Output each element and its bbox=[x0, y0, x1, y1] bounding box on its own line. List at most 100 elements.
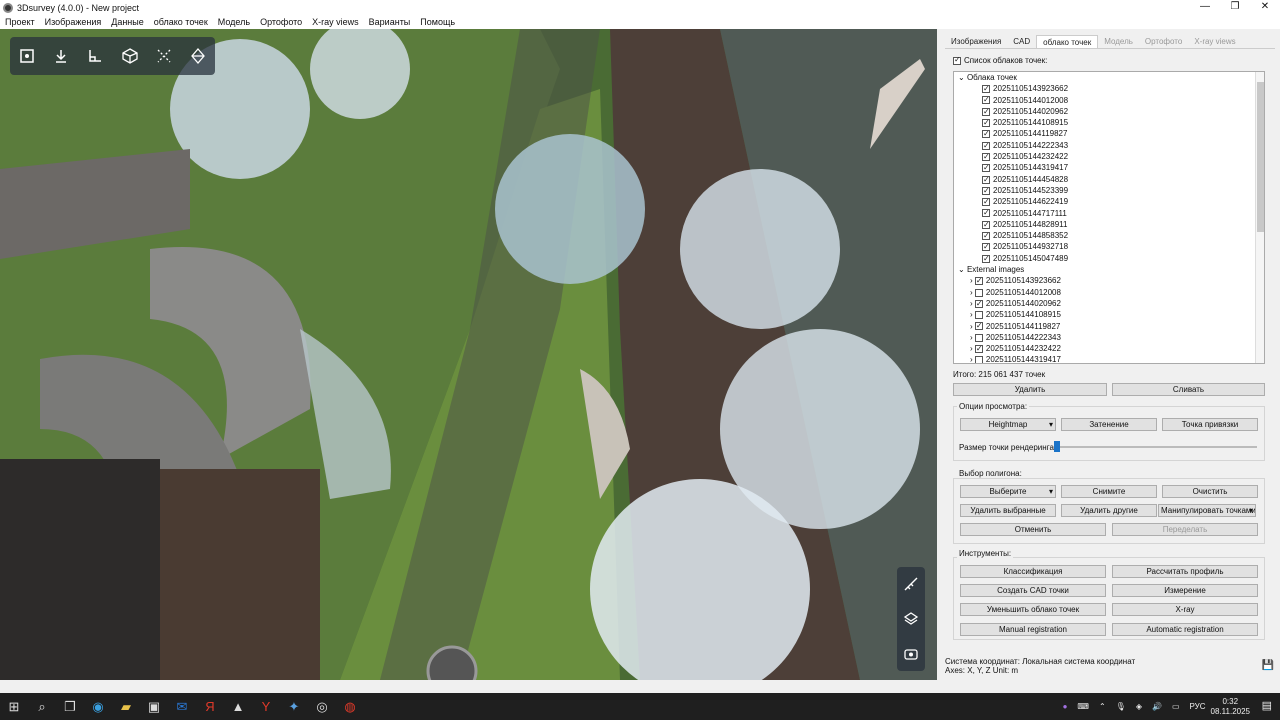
cloud-item[interactable]: 20251105144858352 bbox=[954, 230, 1264, 241]
minimize-button[interactable]: — bbox=[1190, 0, 1220, 15]
cloud-checkbox[interactable] bbox=[982, 253, 990, 264]
tray-arrow-icon[interactable]: ⌃ bbox=[1094, 702, 1111, 711]
delete-others-button[interactable]: Удалить другие bbox=[1061, 504, 1157, 517]
fit-view-icon[interactable] bbox=[16, 45, 38, 67]
cloud-item[interactable]: 20251105144454828 bbox=[954, 174, 1264, 185]
tree-scroll-thumb[interactable] bbox=[1257, 82, 1264, 232]
cloud-item[interactable]: 20251105144523399 bbox=[954, 185, 1264, 196]
cloud-item[interactable]: 20251105144020962 bbox=[954, 106, 1264, 117]
cloud-tree[interactable]: ⌄ Облака точек 2025110514392366220251105… bbox=[953, 71, 1265, 364]
redo-button[interactable]: Переделать bbox=[1112, 523, 1258, 536]
cloud-item[interactable]: 20251105145047489 bbox=[954, 253, 1264, 264]
tab-model[interactable]: Модель bbox=[1098, 35, 1139, 48]
yandex-browser-icon[interactable]: Y bbox=[252, 693, 280, 720]
layers-icon[interactable] bbox=[900, 608, 922, 630]
mic-icon[interactable]: 🎙 bbox=[1111, 702, 1131, 711]
cloud-item[interactable]: 20251105144222343 bbox=[954, 140, 1264, 151]
shading-button[interactable]: Затенение bbox=[1061, 418, 1157, 431]
cloud-list-toggle[interactable]: Список облаков точек: bbox=[953, 55, 1047, 65]
top-view-icon[interactable] bbox=[50, 45, 72, 67]
cloud-checkbox[interactable] bbox=[982, 94, 990, 106]
cloud-item[interactable]: 20251105144012008 bbox=[954, 94, 1264, 106]
external-item[interactable]: › 20251105143923662 bbox=[954, 275, 1264, 286]
clock[interactable]: 0:32 08.11.2025 bbox=[1211, 697, 1250, 717]
tab-xray-views[interactable]: X-ray views bbox=[1188, 35, 1241, 48]
expand-arrow-icon[interactable]: › bbox=[970, 322, 973, 331]
menu-point-cloud[interactable]: облако точек bbox=[149, 17, 213, 27]
menu-images[interactable]: Изображения bbox=[40, 17, 107, 27]
cloud-item[interactable]: 20251105143923662 bbox=[954, 83, 1264, 94]
xray-button[interactable]: X-ray bbox=[1112, 603, 1258, 616]
cloud-checkbox[interactable] bbox=[982, 207, 990, 219]
plane-icon[interactable] bbox=[187, 45, 209, 67]
cloud-checkbox[interactable] bbox=[982, 83, 990, 94]
cloud-checkbox[interactable] bbox=[982, 140, 990, 151]
heightmap-dropdown[interactable]: Heightmap bbox=[960, 418, 1056, 431]
expand-arrow-icon[interactable]: › bbox=[970, 299, 973, 308]
clear-button[interactable]: Очистить bbox=[1162, 485, 1258, 498]
external-item[interactable]: › 20251105144012008 bbox=[954, 287, 1264, 298]
language-indicator[interactable]: РУС bbox=[1185, 702, 1211, 711]
cloud-checkbox[interactable] bbox=[982, 174, 990, 185]
cloud-item[interactable]: 20251105144622419 bbox=[954, 196, 1264, 207]
explorer-icon[interactable]: ▰ bbox=[112, 693, 140, 720]
menu-project[interactable]: Проект bbox=[0, 17, 40, 27]
cloud-checkbox[interactable] bbox=[982, 128, 990, 140]
tab-cad[interactable]: CAD bbox=[1007, 35, 1036, 48]
external-item[interactable]: › 20251105144020962 bbox=[954, 298, 1264, 309]
expand-arrow-icon[interactable]: › bbox=[970, 288, 973, 297]
network-icon[interactable]: ◈ bbox=[1131, 702, 1147, 711]
external-checkbox[interactable] bbox=[974, 288, 983, 297]
cloud-item[interactable]: 20251105144717111 bbox=[954, 207, 1264, 219]
edge-icon[interactable]: ◉ bbox=[84, 693, 112, 720]
search-icon[interactable]: ⌕ bbox=[28, 693, 56, 720]
tab-orthophoto[interactable]: Ортофото bbox=[1139, 35, 1188, 48]
undo-button[interactable]: Отменить bbox=[960, 523, 1106, 536]
store-icon[interactable]: ▣ bbox=[140, 693, 168, 720]
points-icon[interactable] bbox=[153, 45, 175, 67]
task-view-icon[interactable]: ❐ bbox=[56, 693, 84, 720]
keyboard-icon[interactable]: ⌨ bbox=[1072, 702, 1094, 711]
external-item[interactable]: › 20251105144108915 bbox=[954, 309, 1264, 320]
cloud-checkbox[interactable] bbox=[982, 106, 990, 117]
external-checkbox[interactable] bbox=[974, 356, 983, 363]
expand-arrow-icon[interactable]: › bbox=[970, 333, 973, 342]
deselect-button[interactable]: Снимите bbox=[1061, 485, 1157, 498]
cloud-checkbox[interactable] bbox=[982, 185, 990, 196]
cloud-checkbox[interactable] bbox=[982, 219, 990, 230]
tree-scrollbar[interactable] bbox=[1255, 72, 1264, 363]
menu-help[interactable]: Помощь bbox=[415, 17, 460, 27]
classification-button[interactable]: Классификация bbox=[960, 565, 1106, 578]
axes-icon[interactable] bbox=[84, 45, 106, 67]
cloud-checkbox[interactable] bbox=[982, 151, 990, 162]
external-checkbox[interactable] bbox=[974, 275, 983, 287]
cube-view-icon[interactable] bbox=[119, 45, 141, 67]
cloud-checkbox[interactable] bbox=[982, 230, 990, 241]
screenshot-icon[interactable] bbox=[900, 643, 922, 665]
expand-arrow-icon[interactable]: › bbox=[970, 344, 973, 353]
save-icon[interactable]: 💾 bbox=[1262, 660, 1274, 671]
merge-button[interactable]: Сливать bbox=[1112, 383, 1265, 396]
tree-group-external[interactable]: ⌄ External images bbox=[954, 264, 1264, 275]
create-cad-points-button[interactable]: Создать CAD точки bbox=[960, 584, 1106, 597]
recorder-icon[interactable]: ◍ bbox=[336, 693, 364, 720]
cloud-checkbox[interactable] bbox=[982, 162, 990, 174]
cloud-item[interactable]: 20251105144108915 bbox=[954, 117, 1264, 128]
cloud-checkbox[interactable] bbox=[982, 196, 990, 207]
expand-arrow-icon[interactable]: › bbox=[970, 276, 973, 285]
point-cloud-viewport[interactable] bbox=[0, 29, 937, 680]
cloud-checkbox[interactable] bbox=[982, 117, 990, 128]
expand-arrow-icon[interactable]: › bbox=[970, 355, 973, 363]
menu-orthophoto[interactable]: Ортофото bbox=[255, 17, 307, 27]
snap-point-button[interactable]: Точка привязки bbox=[1162, 418, 1258, 431]
battery-icon[interactable]: ▭ bbox=[1167, 702, 1185, 711]
external-checkbox[interactable] bbox=[974, 298, 983, 309]
tree-group-clouds[interactable]: ⌄ Облака точек bbox=[954, 72, 1264, 83]
automatic-registration-button[interactable]: Automatic registration bbox=[1112, 623, 1258, 636]
expand-arrow-icon[interactable]: › bbox=[970, 310, 973, 319]
manipulate-points-dropdown[interactable]: Манипулировать точками bbox=[1158, 504, 1256, 517]
cloud-list-checkbox[interactable] bbox=[953, 55, 961, 65]
cloud-item[interactable]: 20251105144232422 bbox=[954, 151, 1264, 162]
measure-button[interactable]: Измерение bbox=[1112, 584, 1258, 597]
select-dropdown[interactable]: Выберите bbox=[960, 485, 1056, 498]
